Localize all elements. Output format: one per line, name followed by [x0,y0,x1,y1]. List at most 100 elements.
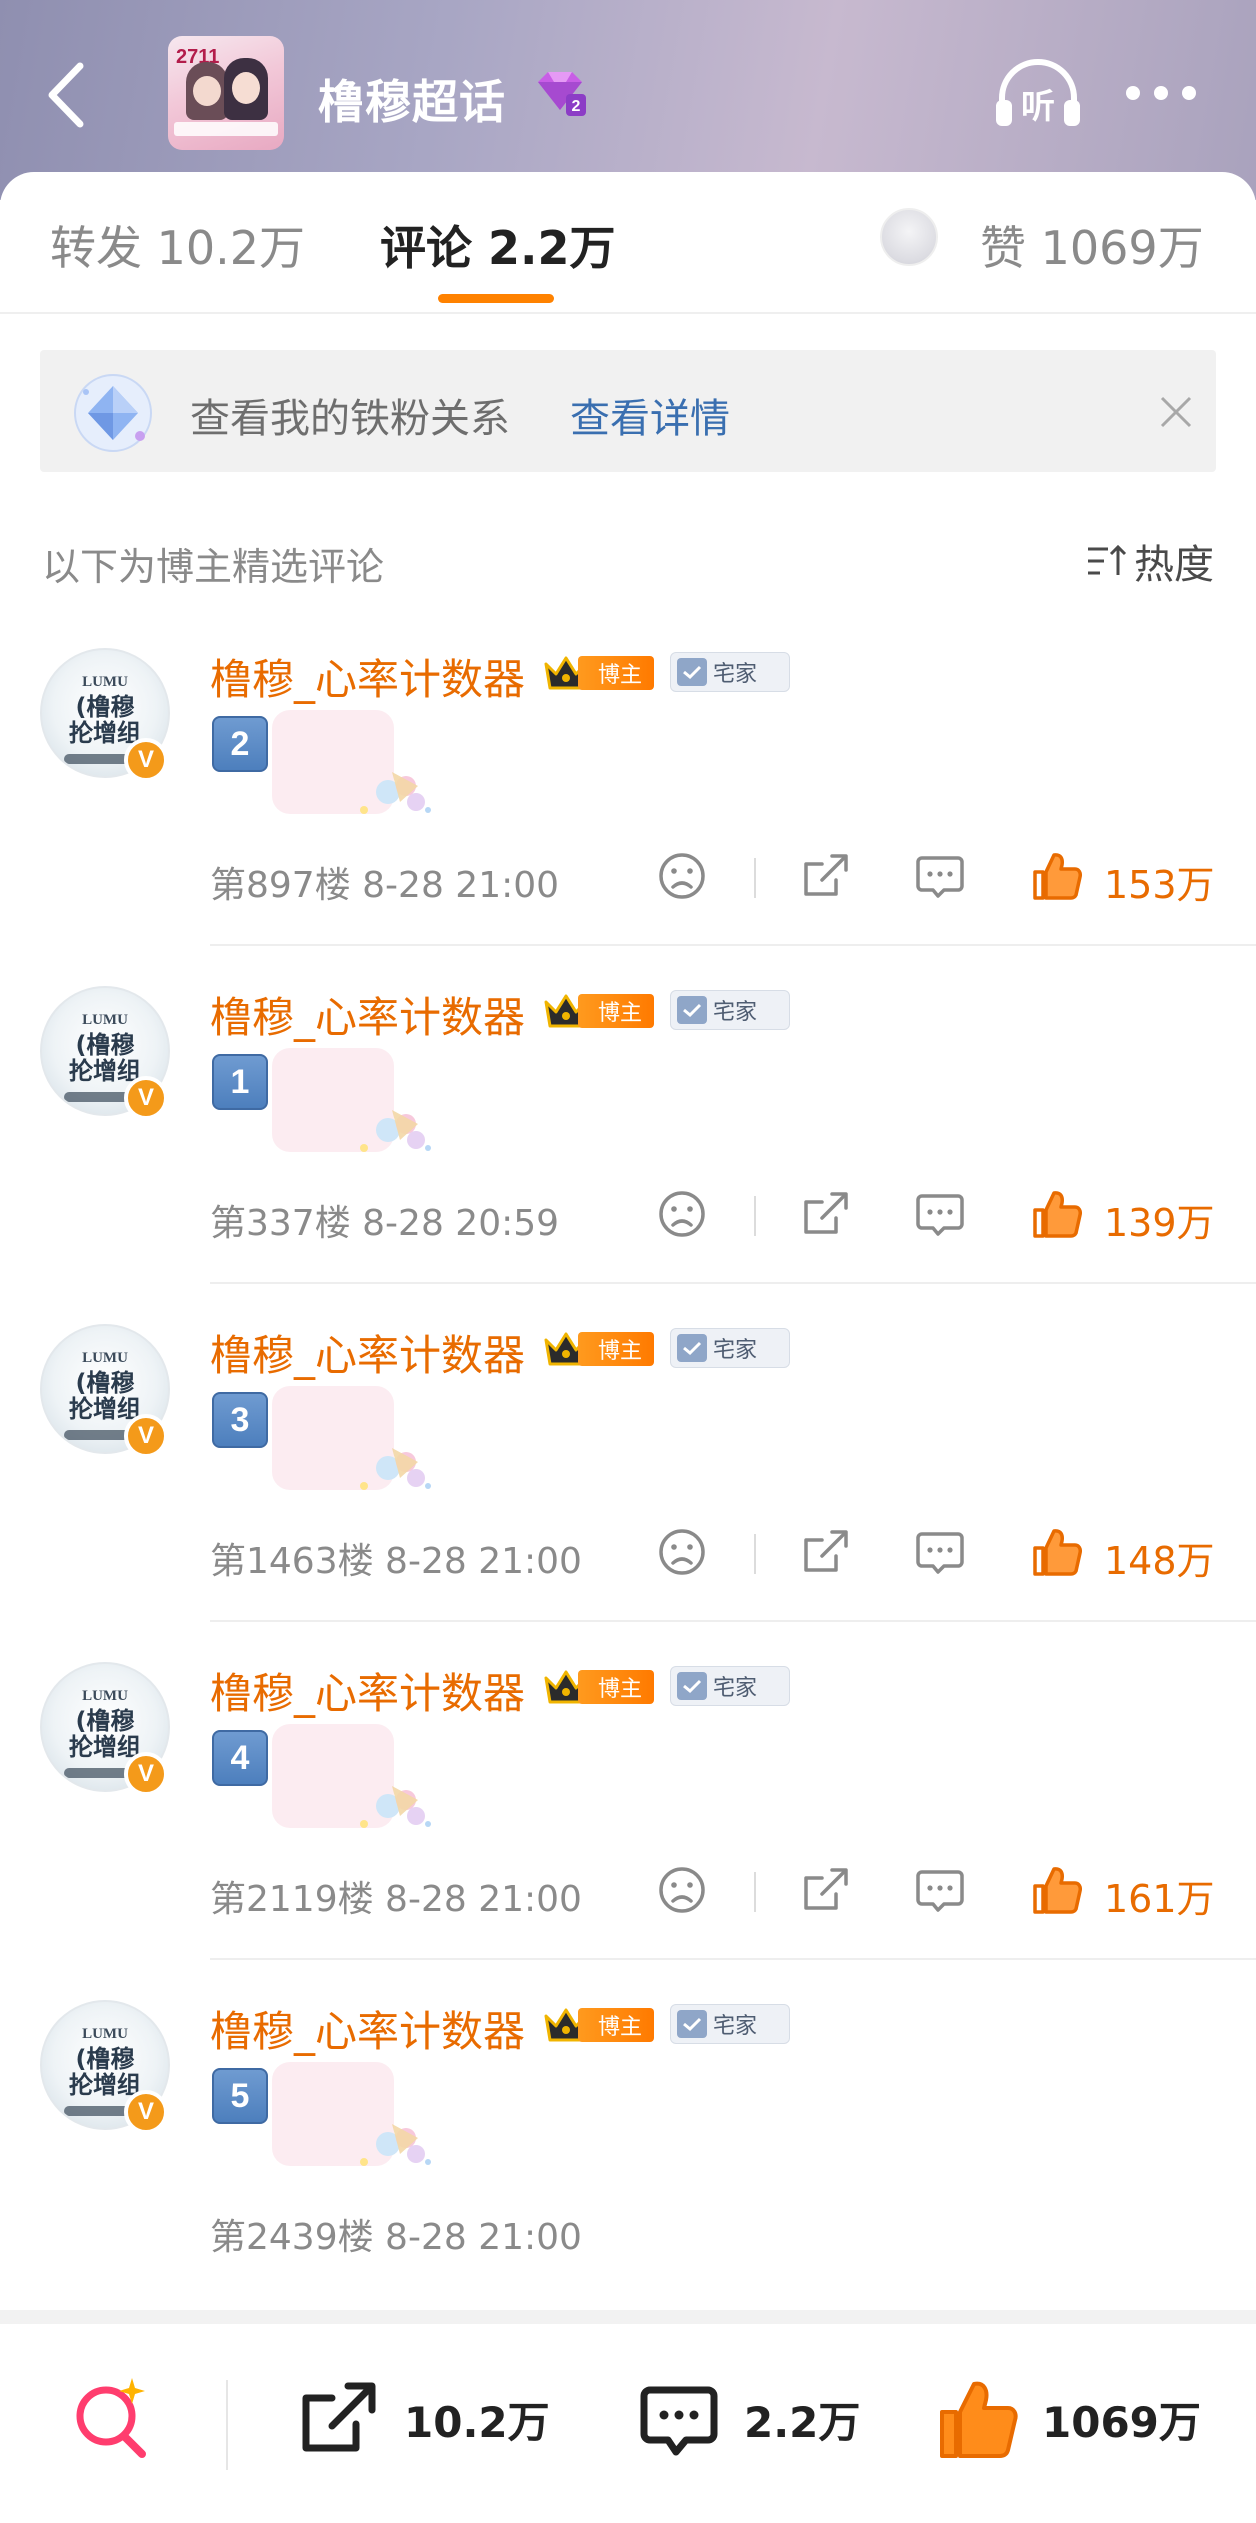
comment-like-count: 161万 [1104,1877,1215,1921]
gem-level: 2 [572,98,581,115]
headphones-icon[interactable]: 听 [992,58,1084,130]
sort-label: 热度 [1134,542,1214,588]
bottom-comment-count: 2.2万 [744,2397,861,2447]
home-badge: 宅家 [670,2004,790,2044]
avatar-text: (橹穆 [75,2045,135,2073]
share-icon[interactable] [800,1864,852,1916]
comment-meta: 第2439楼 8-28 21:00 [210,2217,582,2258]
owner-badge: 博主 [542,1666,654,1706]
check-icon [677,996,707,1024]
share-icon[interactable] [800,1526,852,1578]
tab-likes[interactable]: 赞 1069万 [980,212,1204,278]
sad-face-icon[interactable] [656,1188,708,1240]
check-icon [677,1334,707,1362]
top-header: 2711 橹穆超话 2 听 [0,0,1256,200]
home-badge: 宅家 [670,652,790,692]
bottom-comment-button[interactable]: 2.2万 [636,2374,860,2464]
bottom-like-button[interactable]: 1069万 [934,2374,1201,2464]
topic-title[interactable]: 橹穆超话 [318,66,506,132]
bottom-repost-button[interactable]: 10.2万 [296,2374,550,2464]
share-icon[interactable] [800,850,852,902]
comment-icon [640,2386,718,2456]
back-arrow-icon [48,62,84,128]
tab-active-indicator [438,294,554,303]
comment-meta: 第2119楼 8-28 21:00 [210,1879,582,1920]
home-badge-label: 宅家 [713,662,758,687]
number-sticker: 2 [212,716,268,772]
home-badge: 宅家 [670,1328,790,1368]
verified-badge: V [124,2090,168,2134]
avatar-text: (橹穆 [75,1707,135,1735]
owner-badge: 博主 [542,2004,654,2044]
tab-repost[interactable]: 转发 10.2万 [50,212,305,278]
verified-badge: V [124,1414,168,1458]
comment-icon[interactable] [914,1526,966,1578]
number-sticker: 4 [212,1730,268,1786]
thumbs-up-icon[interactable] [1030,1864,1082,1916]
sticker-image [272,2062,431,2166]
number-sticker: 5 [212,2068,268,2124]
check-icon [677,2010,707,2038]
comment-icon[interactable] [914,850,966,902]
share-icon[interactable] [800,1188,852,1240]
liker-avatar[interactable] [880,208,938,266]
home-badge-label: 宅家 [713,1676,758,1701]
owner-badge: 博主 [542,1328,654,1368]
comment-username[interactable]: 橹穆_心率计数器 [210,1998,525,2059]
thumbs-up-icon [940,2381,1018,2458]
comment-username[interactable]: 橹穆_心率计数器 [210,1322,525,1383]
listen-label: 听 [1021,87,1055,127]
owner-badge-label: 博主 [578,994,654,1028]
close-icon[interactable] [1156,392,1196,432]
thumbs-up-icon[interactable] [1030,1188,1082,1240]
comment-username[interactable]: 橹穆_心率计数器 [210,984,525,1045]
more-dots-icon[interactable] [1126,80,1204,106]
avatar-text: (橹穆 [75,1031,135,1059]
owner-badge-label: 博主 [578,2008,654,2042]
avatar-text: LUMU [82,2026,128,2042]
tab-comment[interactable]: 评论 2.2万 [380,212,616,278]
verified-badge: V [124,738,168,782]
comment-meta: 第1463楼 8-28 21:00 [210,1541,582,1582]
search-sparkle-icon[interactable] [70,2374,154,2458]
owner-badge-label: 博主 [578,1670,654,1704]
banner-detail-link[interactable]: 查看详情 [570,386,730,444]
avatar-text: LUMU [82,1688,128,1704]
topic-cover-image[interactable]: 2711 [168,36,284,150]
comment-icon[interactable] [914,1188,966,1240]
action-separator [754,858,756,898]
diamond-icon [74,374,152,452]
comment-item[interactable]: LUMU (橹穆 抡增组 V 橹穆_心率计数器 博主 宅家 4 第2119楼 8… [0,1622,1256,1960]
check-icon [677,1672,707,1700]
action-separator [754,1196,756,1236]
home-badge: 宅家 [670,1666,790,1706]
sticker-image [272,1724,431,1828]
comment-item[interactable]: LUMU (橹穆 抡增组 V 橹穆_心率计数器 博主 宅家 5 第2439楼 8… [0,1960,1256,2298]
comment-username[interactable]: 橹穆_心率计数器 [210,646,525,707]
owner-badge-label: 博主 [578,656,654,690]
bottom-separator [226,2380,228,2470]
comment-item[interactable]: LUMU (橹穆 抡增组 V 橹穆_心率计数器 博主 宅家 2 第897楼 8-… [0,608,1256,946]
thumbs-up-icon[interactable] [1030,850,1082,902]
bottom-like-count: 1069万 [1042,2397,1201,2447]
sad-face-icon[interactable] [656,850,708,902]
sticker-image [272,710,431,814]
back-button[interactable] [40,58,92,132]
fan-relation-banner[interactable]: 查看我的铁粉关系 查看详情 [40,350,1216,472]
number-sticker: 3 [212,1392,268,1448]
comment-meta: 第337楼 8-28 20:59 [210,1203,560,1244]
comment-meta: 第897楼 8-28 21:00 [210,865,560,906]
sort-button[interactable]: 热度 [1084,532,1214,590]
comment-item[interactable]: LUMU (橹穆 抡增组 V 橹穆_心率计数器 博主 宅家 1 第337楼 8-… [0,946,1256,1284]
sad-face-icon[interactable] [656,1864,708,1916]
bottom-action-bar: 10.2万 2.2万 1069万 [0,2310,1256,2523]
sad-face-icon[interactable] [656,1526,708,1578]
comments-card: 转发 10.2万 评论 2.2万 赞 1069万 查看我的铁粉关系 查看详情 以… [0,172,1256,2523]
sticker-image [272,1386,431,1490]
comment-icon[interactable] [914,1864,966,1916]
comment-username[interactable]: 橹穆_心率计数器 [210,1660,525,1721]
banner-text: 查看我的铁粉关系 [190,396,510,442]
thumbs-up-icon[interactable] [1030,1526,1082,1578]
home-badge-label: 宅家 [713,2014,758,2039]
comment-item[interactable]: LUMU (橹穆 抡增组 V 橹穆_心率计数器 博主 宅家 3 第1463楼 8… [0,1284,1256,1622]
